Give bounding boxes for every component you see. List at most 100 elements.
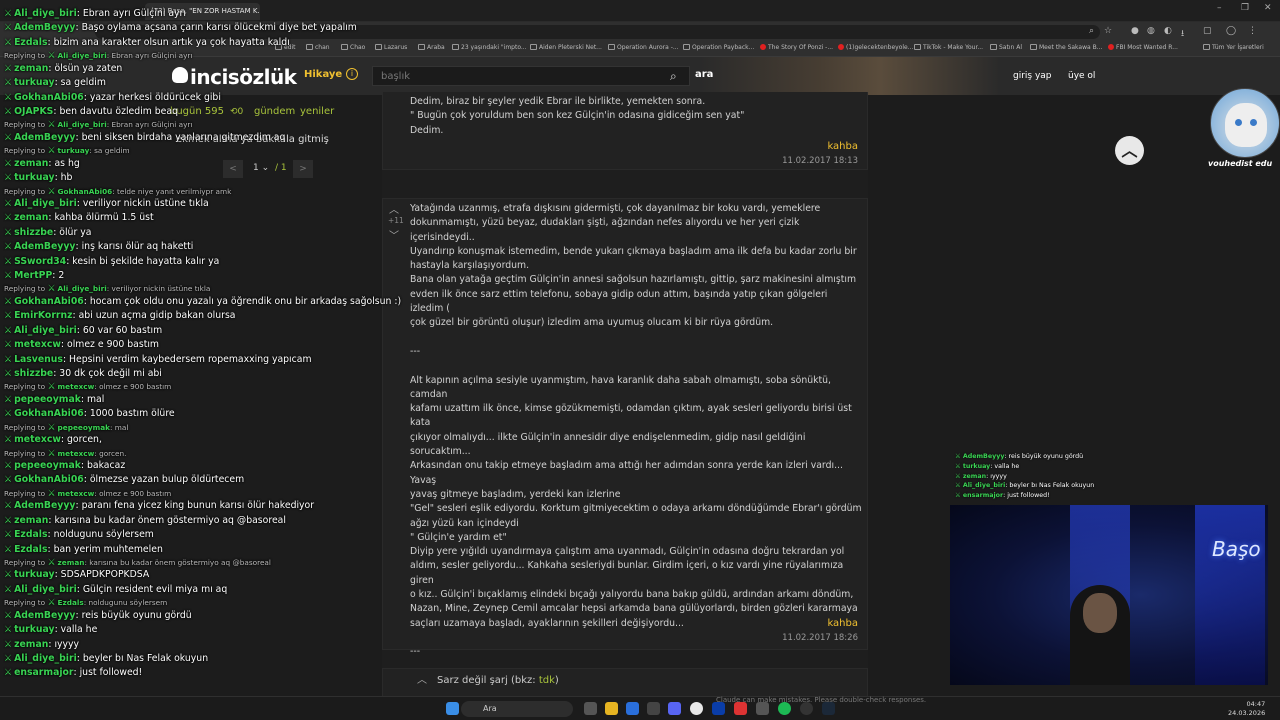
scroll-to-top-button[interactable]: ︿ bbox=[1115, 136, 1144, 165]
entry-date[interactable]: 11.02.2017 18:26 bbox=[782, 633, 858, 643]
entry-author[interactable]: kahba bbox=[827, 141, 858, 152]
search-icon[interactable]: ⌕ bbox=[670, 69, 677, 84]
downvote-icon[interactable]: ﹀ bbox=[389, 227, 399, 242]
bookmark[interactable]: 23 yaşındaki "impto... bbox=[452, 44, 527, 51]
chat-username[interactable]: Ezdals bbox=[14, 529, 47, 540]
chat-username[interactable]: turkuay bbox=[14, 172, 55, 183]
close-icon[interactable]: ✕ bbox=[1264, 3, 1272, 13]
bookmark[interactable]: Operation Payback... bbox=[683, 44, 754, 51]
chat-username[interactable]: shizzbe bbox=[14, 227, 53, 238]
chat-username[interactable]: SSword34 bbox=[14, 256, 66, 267]
chat-username[interactable]: GokhanAbi06 bbox=[14, 474, 84, 485]
extension-icon[interactable]: ◐ bbox=[1164, 26, 1172, 36]
task-view-icon[interactable] bbox=[584, 702, 597, 715]
chat-username[interactable]: metexcw bbox=[58, 489, 95, 498]
chat-username[interactable]: zeman bbox=[14, 515, 48, 526]
chat-username[interactable]: MertPP bbox=[14, 270, 52, 281]
minimize-icon[interactable]: – bbox=[1217, 3, 1222, 13]
chat-username[interactable]: ⚔ zeman bbox=[955, 473, 986, 480]
all-bookmarks[interactable]: Tüm Yer İşaretleri bbox=[1203, 44, 1264, 51]
extensions-puzzle-icon[interactable]: ▢ bbox=[1203, 26, 1212, 36]
chat-username[interactable]: ensarmajor bbox=[14, 667, 73, 678]
taskbar-search[interactable]: Ara bbox=[461, 701, 573, 717]
chat-username[interactable]: turkuay bbox=[14, 569, 55, 580]
chat-username[interactable]: metexcw bbox=[14, 434, 61, 445]
chat-username[interactable]: Ali_diye_biri bbox=[14, 584, 77, 595]
chat-username[interactable]: zeman bbox=[14, 158, 48, 169]
extension-icon[interactable]: ● bbox=[1131, 26, 1139, 36]
chat-username[interactable]: zeman bbox=[14, 63, 48, 74]
chat-username[interactable]: ⚔ AdemBeyyy bbox=[955, 453, 1004, 460]
bookmark[interactable]: Araba bbox=[418, 44, 445, 51]
login-link[interactable]: giriş yap bbox=[1013, 71, 1052, 81]
chat-username[interactable]: Ali_diye_biri bbox=[58, 51, 107, 60]
bookmark[interactable]: TikTok - Make Your... bbox=[914, 44, 983, 51]
chat-username[interactable]: ⚔ turkuay bbox=[955, 463, 990, 470]
chat-username[interactable]: pepeeoymak bbox=[58, 423, 110, 432]
chat-username[interactable]: Ezdals bbox=[14, 37, 47, 48]
chat-username[interactable]: metexcw bbox=[58, 382, 95, 391]
chat-username[interactable]: Ali_diye_biri bbox=[14, 325, 77, 336]
chat-username[interactable]: zeman bbox=[14, 212, 48, 223]
bookmark[interactable]: Aiden Pleterski Net... bbox=[530, 44, 602, 51]
clock[interactable]: 04:47 24.03.2026 bbox=[1228, 700, 1265, 718]
edge-icon[interactable] bbox=[626, 702, 639, 715]
chat-username[interactable]: zeman bbox=[14, 639, 48, 650]
entry-date[interactable]: 11.02.2017 18:13 bbox=[782, 156, 858, 166]
chat-username[interactable]: shizzbe bbox=[14, 368, 53, 379]
chat-username[interactable]: Ali_diye_biri bbox=[14, 653, 77, 664]
chat-username[interactable]: GokhanAbi06 bbox=[14, 408, 84, 419]
search-input[interactable]: başlık bbox=[372, 66, 690, 86]
discord-icon[interactable] bbox=[668, 702, 681, 715]
chat-username[interactable]: AdemBeyyy bbox=[14, 610, 75, 621]
app-icon[interactable] bbox=[647, 702, 660, 715]
upvote-icon[interactable]: ︿ bbox=[417, 671, 427, 686]
chat-username[interactable]: OJAPKS bbox=[14, 106, 53, 117]
bookmark[interactable]: (1)gelecektenbeyole... bbox=[838, 44, 913, 51]
bookmark[interactable]: FBI Most Wanted R... bbox=[1108, 44, 1178, 51]
bookmark[interactable]: Meet the Sakawa B... bbox=[1030, 44, 1102, 51]
entry-author[interactable]: kahba bbox=[827, 618, 858, 629]
chat-username[interactable]: ⚔ ensarmajor bbox=[955, 492, 1003, 499]
file-explorer-icon[interactable] bbox=[605, 702, 618, 715]
chat-username[interactable]: Ali_diye_biri bbox=[14, 198, 77, 209]
chat-username[interactable]: AdemBeyyy bbox=[14, 241, 75, 252]
bookmark[interactable]: Lazarus bbox=[375, 44, 407, 51]
menu-icon[interactable]: ⋮ bbox=[1248, 26, 1257, 36]
signup-link[interactable]: üye ol bbox=[1068, 71, 1095, 81]
chat-username[interactable]: pepeeoymak bbox=[14, 460, 81, 471]
windows-start-icon[interactable] bbox=[446, 702, 459, 715]
chat-username[interactable]: Ezdals bbox=[58, 598, 84, 607]
chat-username[interactable]: Ali_diye_biri bbox=[14, 8, 77, 19]
chat-username[interactable]: metexcw bbox=[14, 339, 61, 350]
chat-username[interactable]: GokhanAbi06 bbox=[14, 296, 84, 307]
chat-username[interactable]: Ezdals bbox=[14, 544, 47, 555]
chat-username[interactable]: EmirKorrnz bbox=[14, 310, 72, 321]
bookmark[interactable]: The Story Of Ponzi -... bbox=[760, 44, 833, 51]
chat-username[interactable]: Ali_diye_biri bbox=[58, 284, 107, 293]
profile-icon[interactable]: ◯ bbox=[1226, 26, 1236, 36]
chat-username[interactable]: turkuay bbox=[14, 624, 55, 635]
extension-icon[interactable]: ◍ bbox=[1147, 26, 1155, 36]
chat-username[interactable]: turkuay bbox=[58, 146, 90, 155]
chat-username[interactable]: AdemBeyyy bbox=[14, 132, 75, 143]
upvote-icon[interactable]: ︿ bbox=[389, 201, 399, 216]
download-icon[interactable]: ⭳ bbox=[1181, 26, 1184, 42]
chat-username[interactable]: zeman bbox=[58, 558, 85, 567]
maximize-icon[interactable]: ❐ bbox=[1241, 3, 1249, 13]
chat-username[interactable]: metexcw bbox=[58, 449, 95, 458]
bkz-link[interactable]: tdk bbox=[539, 675, 555, 686]
chat-username[interactable]: turkuay bbox=[14, 77, 55, 88]
chat-username[interactable]: Ali_diye_biri bbox=[58, 120, 107, 129]
chat-username[interactable]: GokhanAbi06 bbox=[58, 187, 113, 196]
star-icon[interactable]: ☆ bbox=[1104, 26, 1112, 36]
bookmark[interactable]: Operation Aurora -... bbox=[608, 44, 679, 51]
chat-username[interactable]: pepeeoymak bbox=[14, 394, 81, 405]
chat-username[interactable]: GokhanAbi06 bbox=[14, 92, 84, 103]
chat-username[interactable]: AdemBeyyy bbox=[14, 500, 75, 511]
chat-username[interactable]: Lasvenus bbox=[14, 354, 63, 365]
search-icon[interactable]: ⌕ bbox=[1089, 26, 1094, 36]
chat-username[interactable]: ⚔ Ali_diye_biri bbox=[955, 482, 1005, 489]
chrome-icon[interactable] bbox=[690, 702, 703, 715]
chat-username[interactable]: AdemBeyyy bbox=[14, 22, 75, 33]
